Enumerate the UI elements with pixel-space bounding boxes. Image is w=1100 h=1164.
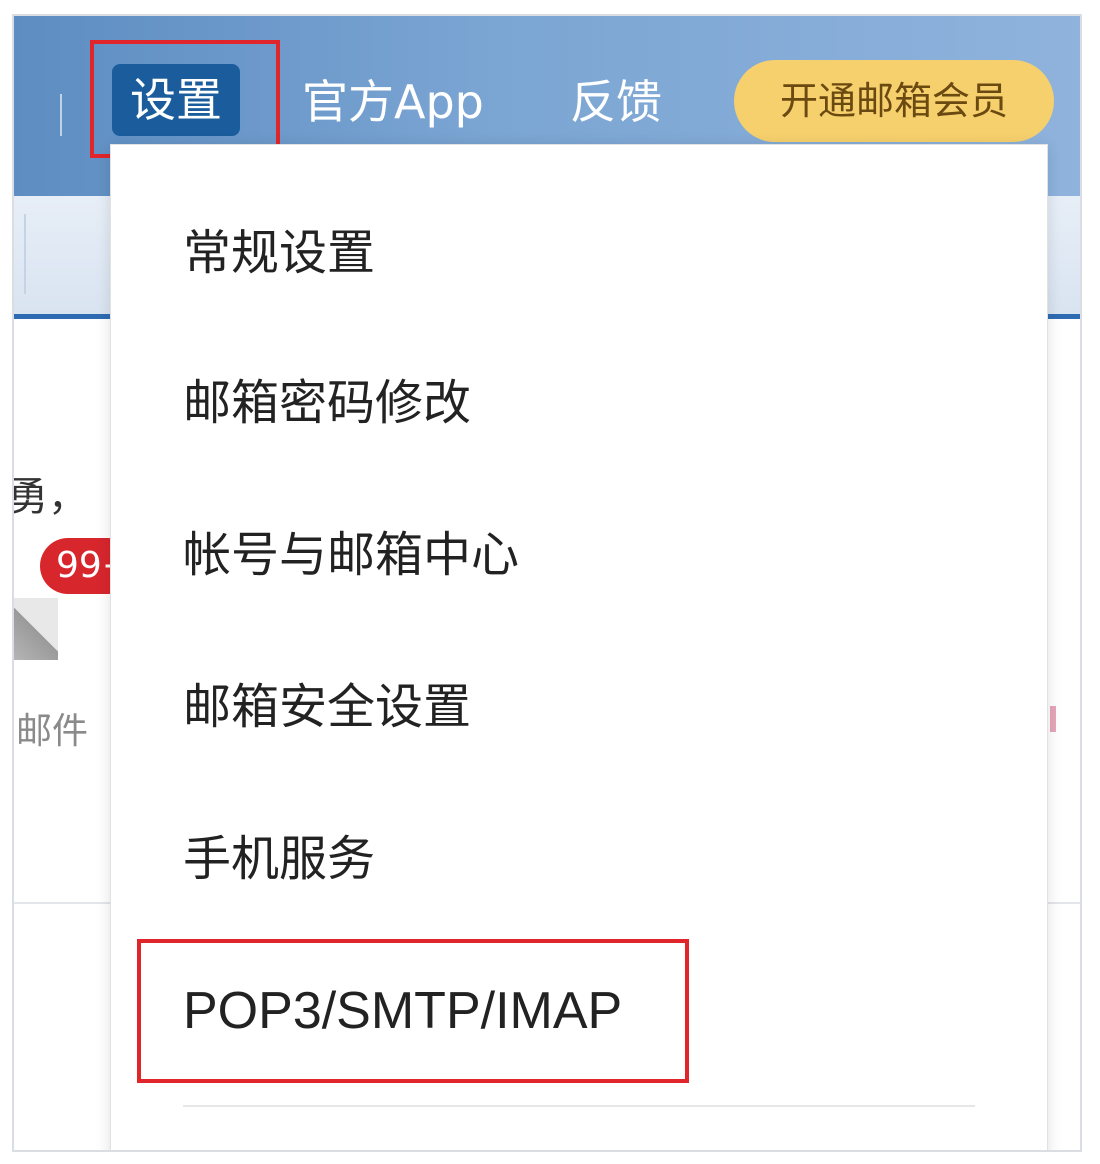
open-vip-membership-button[interactable]: 开通邮箱会员	[734, 60, 1054, 142]
settings-dropdown-menu: 常规设置 邮箱密码修改 帐号与邮箱中心 邮箱安全设置 手机服务 POP3/SMT…	[110, 144, 1048, 1150]
mail-envelope-icon	[14, 598, 58, 660]
nav-feedback-link[interactable]: 反馈	[570, 72, 662, 132]
settings-highlight-box	[90, 40, 280, 158]
background-fragment-mark	[1050, 706, 1056, 732]
nav-official-app-link[interactable]: 官方App	[302, 72, 484, 132]
background-partial-text: 勇，	[12, 474, 88, 520]
mail-window: 设置 官方App 反馈 开通邮箱会员 勇， 99+ 邮件 常规设置 邮箱密码修改…	[12, 14, 1082, 1152]
menu-divider	[183, 1105, 975, 1107]
mail-shortcut-label[interactable]: 邮件	[16, 702, 88, 754]
menu-item-security-settings[interactable]: 邮箱安全设置	[183, 675, 471, 739]
menu-item-change-password[interactable]: 邮箱密码修改	[183, 371, 471, 435]
nav-separator	[60, 94, 62, 136]
pop3-highlight-box	[137, 939, 689, 1083]
menu-item-mobile-service[interactable]: 手机服务	[183, 827, 375, 891]
menu-item-account-center[interactable]: 帐号与邮箱中心	[183, 523, 519, 587]
menu-item-general-settings[interactable]: 常规设置	[183, 221, 375, 285]
toolbar-divider	[24, 214, 26, 294]
